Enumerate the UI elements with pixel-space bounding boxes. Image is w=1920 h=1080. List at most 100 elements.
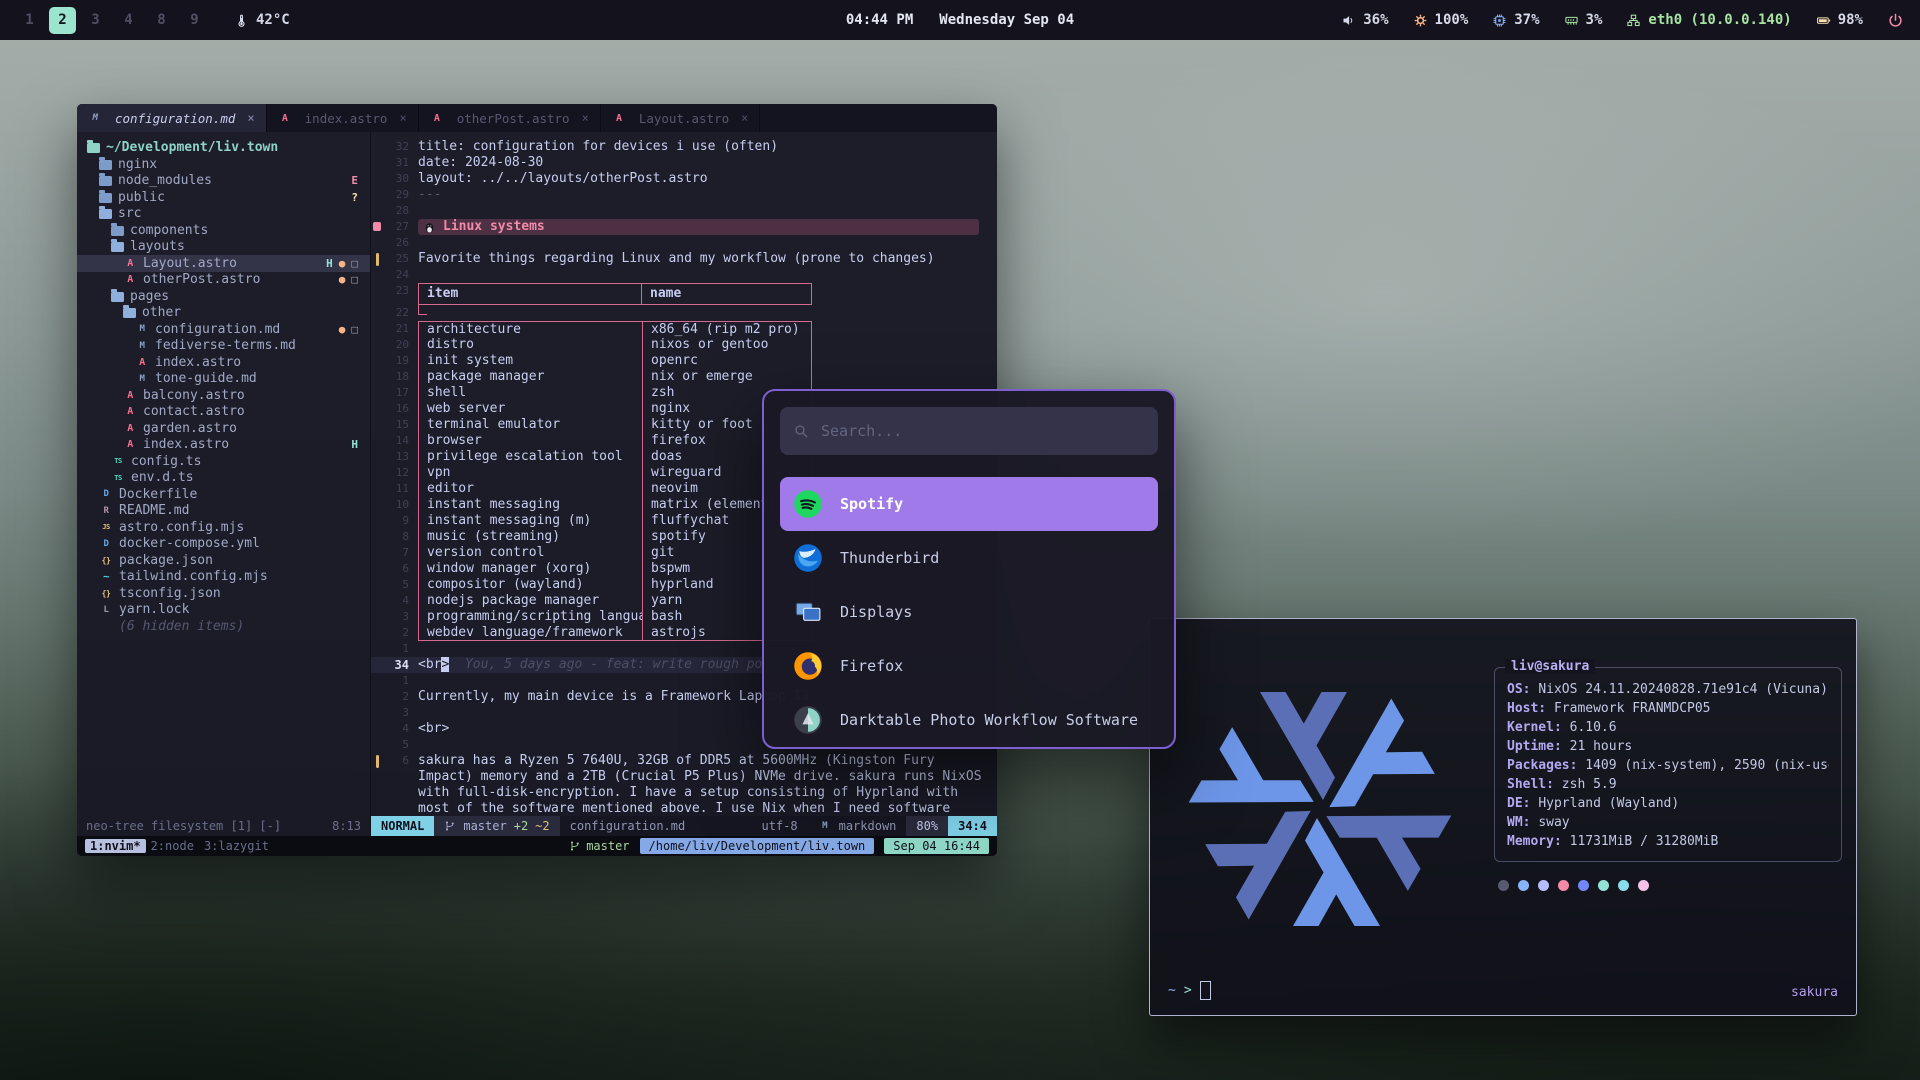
- tree-root[interactable]: ~/Development/liv.town: [77, 139, 370, 156]
- tree-item[interactable]: Mfediverse-terms.md: [77, 338, 370, 355]
- tmux-window-3:lazygit[interactable]: 3:lazygit: [199, 839, 274, 853]
- workspace-button-9[interactable]: 9: [181, 7, 208, 34]
- terminal-cursor: [1200, 981, 1211, 1000]
- tree-item-label: index.astro: [143, 437, 229, 452]
- tab-close-icon[interactable]: ×: [582, 111, 589, 125]
- tree-item[interactable]: Lyarn.lock: [77, 602, 370, 619]
- tree-item-label: Dockerfile: [119, 487, 197, 502]
- table-row: distronixos or gentoo: [418, 337, 997, 353]
- tab-otherPost.astro[interactable]: AotherPost.astro×: [419, 104, 601, 132]
- tree-item-label: public: [118, 190, 165, 205]
- tree-item-label: (6 hidden items): [119, 619, 244, 634]
- workspace-button-1[interactable]: 1: [16, 7, 43, 34]
- workspace-switcher: 123489: [16, 7, 208, 34]
- tree-item[interactable]: other: [77, 305, 370, 322]
- tree-item[interactable]: (6 hidden items): [77, 618, 370, 635]
- tree-item[interactable]: pages: [77, 288, 370, 305]
- clock-date: Wednesday Sep 04: [939, 12, 1074, 28]
- tree-item[interactable]: Mconfiguration.md●□: [77, 321, 370, 338]
- tree-item[interactable]: Agarden.astro: [77, 420, 370, 437]
- tree-item[interactable]: Ddocker-compose.yml: [77, 536, 370, 553]
- launcher-item-label: Displays: [840, 603, 912, 621]
- neo-tree-statusline: neo-tree filesystem [1] [-] 8:13: [77, 816, 371, 836]
- launcher-item[interactable]: Thunderbird: [780, 531, 1158, 585]
- tree-item[interactable]: layouts: [77, 239, 370, 256]
- tree-item[interactable]: DDockerfile: [77, 486, 370, 503]
- table-header-cell: name: [642, 283, 812, 305]
- tab-close-icon[interactable]: ×: [247, 111, 254, 125]
- info-label: Host:: [1507, 701, 1554, 716]
- tmux-window-1:nvim*[interactable]: 1:nvim*: [85, 839, 146, 853]
- tree-item[interactable]: components: [77, 222, 370, 239]
- module-volume: 36%: [1341, 12, 1388, 28]
- tree-item[interactable]: Aindex.astro: [77, 354, 370, 371]
- launcher-item[interactable]: Firefox: [780, 639, 1158, 693]
- tree-item[interactable]: Abalcony.astro: [77, 387, 370, 404]
- launcher-item[interactable]: Darktable Photo Workflow Software: [780, 693, 1158, 747]
- workspace-button-4[interactable]: 4: [115, 7, 142, 34]
- tree-item[interactable]: ALayout.astroH●□: [77, 255, 370, 272]
- fastfetch-info-row: WM: sway: [1507, 813, 1829, 832]
- terminal-window[interactable]: liv@sakura OS: NixOS 24.11.20240828.71e9…: [1149, 618, 1857, 1016]
- search-input[interactable]: [819, 421, 1145, 441]
- prompt-path: ~: [1168, 983, 1176, 998]
- editor-line: 22: [371, 305, 997, 321]
- tree-item[interactable]: node_modulesE: [77, 173, 370, 190]
- filetype-name: markdown: [839, 819, 897, 833]
- git-segment: master +2 ~2: [434, 816, 559, 836]
- tree-item[interactable]: Mtone-guide.md: [77, 371, 370, 388]
- cpu-icon: [1492, 13, 1507, 28]
- tree-item[interactable]: AotherPost.astro●□: [77, 272, 370, 289]
- line-number: 2: [383, 689, 418, 705]
- workspace-button-3[interactable]: 3: [82, 7, 109, 34]
- tab-index.astro[interactable]: Aindex.astro×: [267, 104, 419, 132]
- tree-item[interactable]: {}tsconfig.json: [77, 585, 370, 602]
- line-number: 24: [383, 267, 418, 283]
- tree-item[interactable]: {}package.json: [77, 552, 370, 569]
- line-number: 3: [383, 609, 418, 625]
- tree-item[interactable]: Acontact.astro: [77, 404, 370, 421]
- info-value: 21 hours: [1570, 739, 1633, 754]
- table-cell: window manager (xorg): [418, 561, 642, 577]
- readme-file-icon: R: [99, 504, 113, 518]
- tab-Layout.astro[interactable]: ALayout.astro×: [601, 104, 761, 132]
- tab-configuration.md[interactable]: Mconfiguration.md×: [77, 104, 267, 132]
- tree-item[interactable]: RREADME.md: [77, 503, 370, 520]
- tree-item[interactable]: TSconfig.ts: [77, 453, 370, 470]
- line-number: 1: [383, 673, 418, 689]
- status-modules: 36%100%37%3%eth0 (10.0.0.140)98%: [1341, 12, 1863, 28]
- sign-column: [371, 219, 383, 231]
- tree-item[interactable]: src: [77, 206, 370, 223]
- tree-item[interactable]: JSastro.config.mjs: [77, 519, 370, 536]
- info-value: Framework FRANMDCP05: [1554, 701, 1711, 716]
- workspace-button-2[interactable]: 2: [49, 7, 76, 34]
- power-button[interactable]: [1887, 12, 1904, 29]
- launcher-item[interactable]: Displays: [780, 585, 1158, 639]
- folder-open-icon: [111, 242, 124, 252]
- workspace-button-8[interactable]: 8: [148, 7, 175, 34]
- tab-close-icon[interactable]: ×: [399, 111, 406, 125]
- line-number: 28: [383, 203, 418, 219]
- battery-value: 98%: [1838, 12, 1863, 28]
- tree-item[interactable]: nginx: [77, 156, 370, 173]
- tmux-window-2:node[interactable]: 2:node: [146, 839, 199, 853]
- heading-sign: [373, 222, 381, 231]
- tree-item[interactable]: ~tailwind.config.mjs: [77, 569, 370, 586]
- tmux-statusbar: 1:nvim*2:node3:lazygit master /home/liv/…: [77, 836, 997, 856]
- table-cell: version control: [418, 545, 642, 561]
- top-bar-left: 123489 42°C: [16, 7, 290, 34]
- fastfetch-info-row: DE: Hyprland (Wayland): [1507, 794, 1829, 813]
- line-number: 4: [383, 593, 418, 609]
- launcher-search[interactable]: [780, 407, 1158, 455]
- app-launcher[interactable]: SpotifyThunderbird Displays FirefoxDarktab…: [762, 389, 1176, 749]
- line-text: architecturex86_64 (rip m2 pro): [418, 321, 997, 337]
- tree-item[interactable]: Aindex.astroH: [77, 437, 370, 454]
- launcher-item[interactable]: Spotify: [780, 477, 1158, 531]
- neo-tree-status-text: neo-tree filesystem [1] [-]: [86, 819, 281, 833]
- git-branch-icon: [444, 820, 456, 832]
- tree-item[interactable]: TSenv.d.ts: [77, 470, 370, 487]
- tab-close-icon[interactable]: ×: [741, 111, 748, 125]
- tree-item-label: src: [118, 206, 141, 221]
- tree-item[interactable]: public?: [77, 189, 370, 206]
- tree-item-label: yarn.lock: [119, 602, 189, 617]
